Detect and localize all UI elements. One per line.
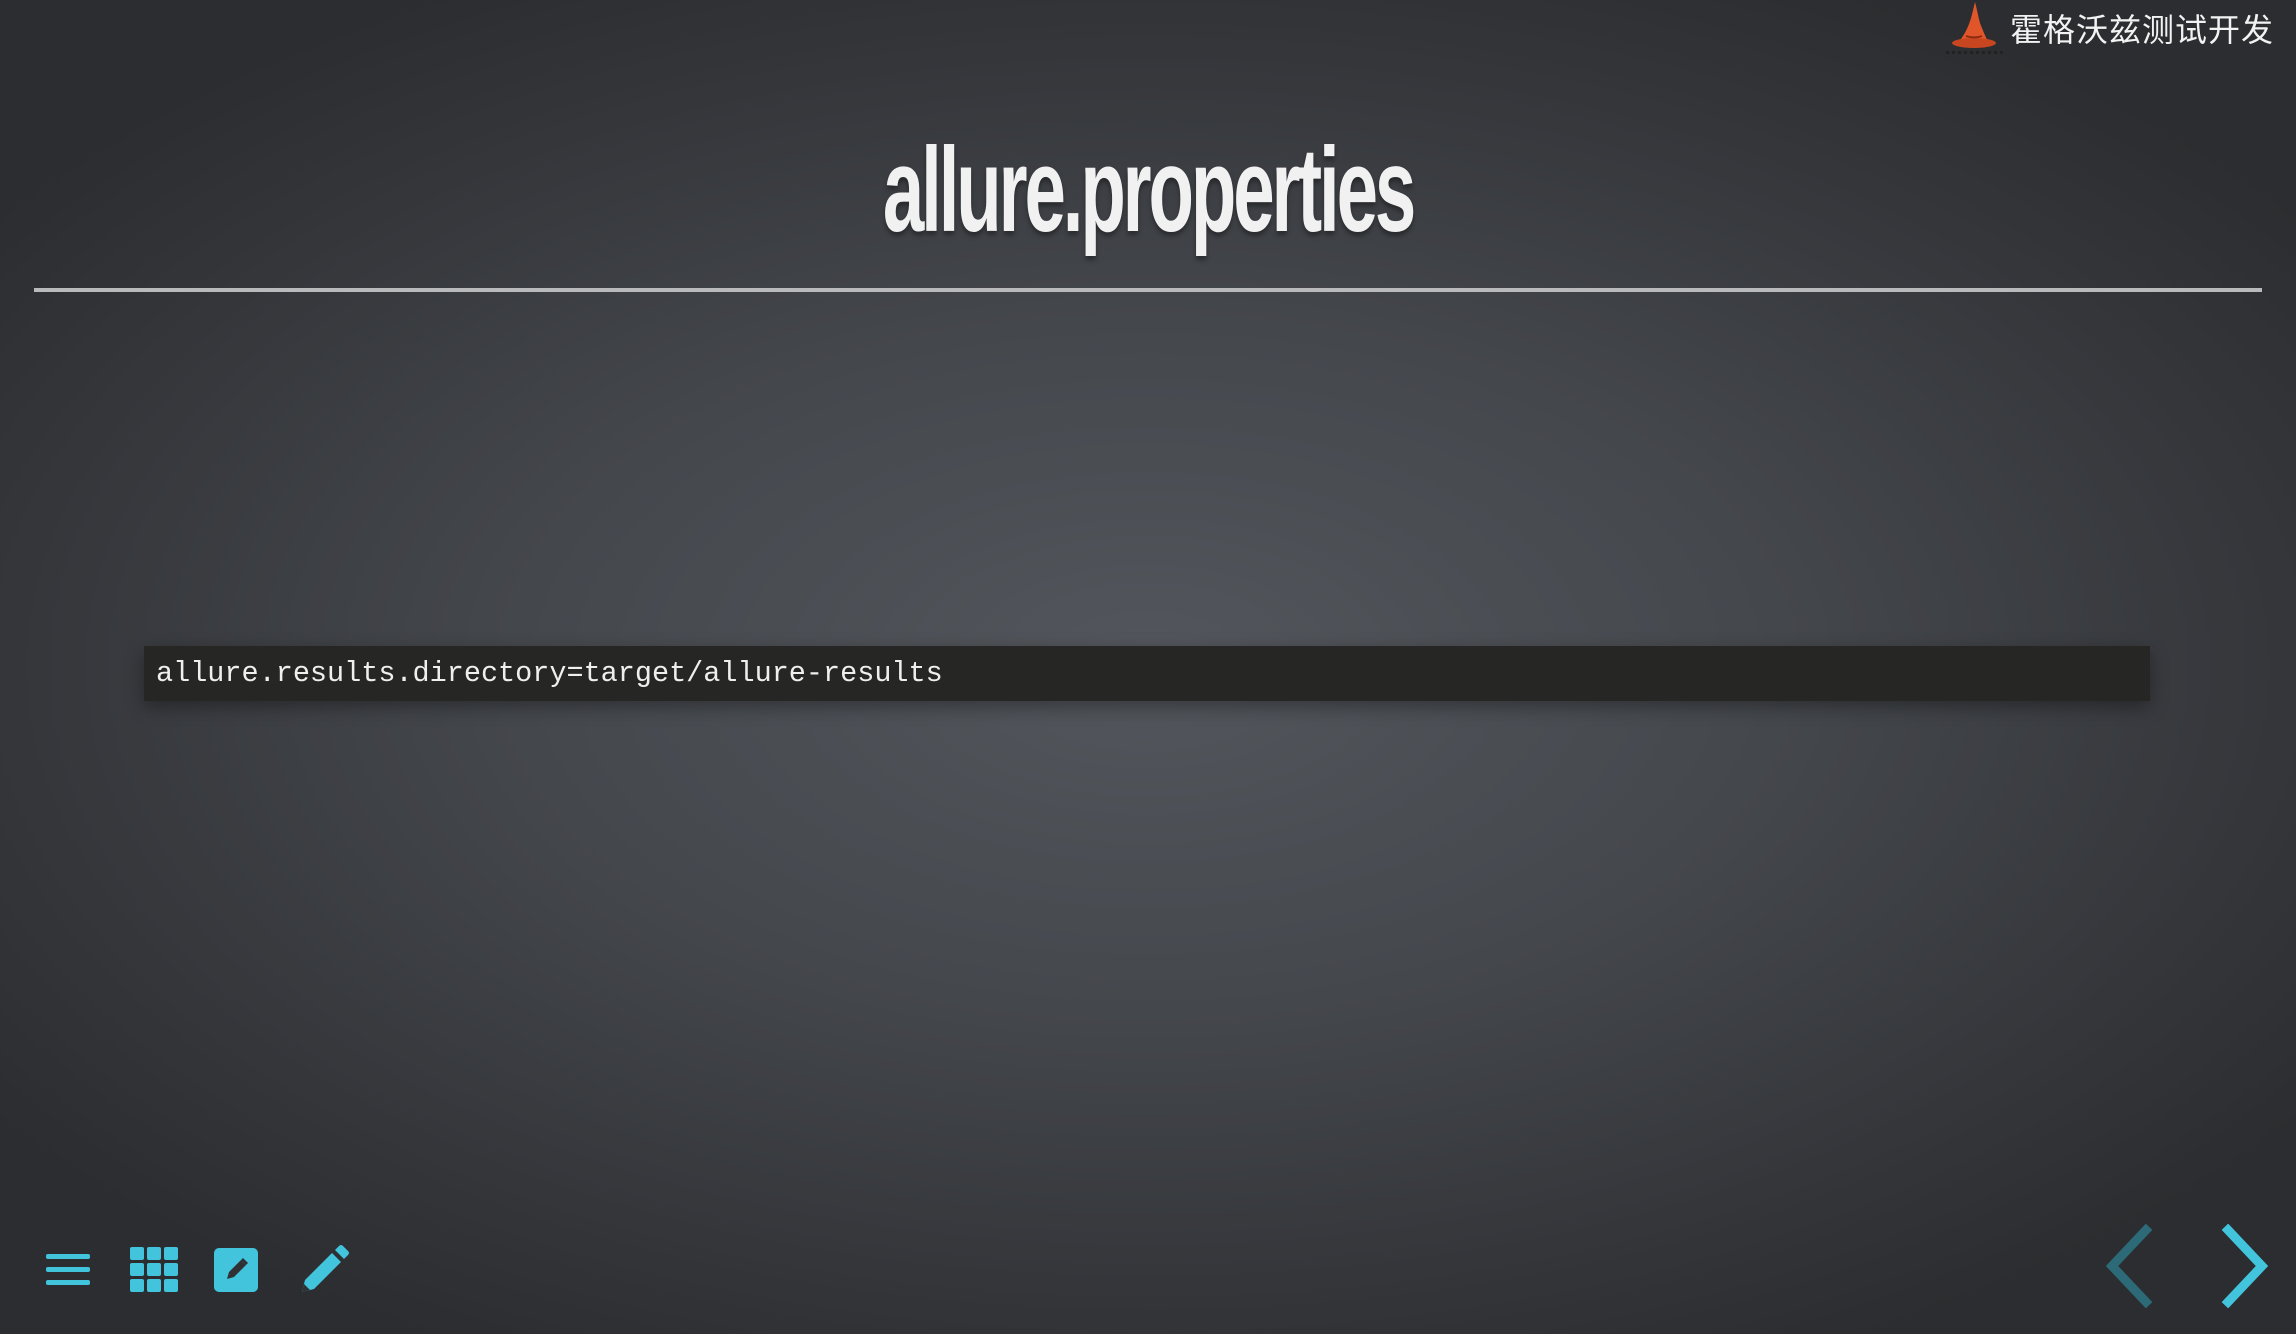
title-divider — [34, 288, 2262, 292]
next-slide-button[interactable] — [2214, 1223, 2274, 1309]
brand: 霍格沃兹测试开发 — [1942, 0, 2274, 56]
edit-square-icon — [214, 1248, 258, 1292]
previous-slide-button[interactable] — [2102, 1223, 2162, 1309]
code-block: allure.results.directory=target/allure-r… — [144, 646, 2150, 701]
slide-toolbar — [46, 1244, 382, 1296]
grid-icon — [130, 1247, 178, 1292]
pencil-icon — [302, 1245, 349, 1292]
brand-name: 霍格沃兹测试开发 — [2009, 12, 2274, 48]
chevron-right-icon — [2221, 1223, 2269, 1309]
overview-grid-button[interactable] — [130, 1244, 214, 1296]
menu-button[interactable] — [46, 1244, 130, 1296]
wizard-hat-icon — [1945, 2, 2003, 54]
slide-title: allure.properties — [882, 123, 1416, 257]
draw-button[interactable] — [298, 1244, 382, 1296]
chevron-left-icon — [2105, 1223, 2153, 1309]
edit-slide-button[interactable] — [214, 1244, 298, 1296]
menu-icon — [46, 1254, 90, 1285]
code-line: allure.results.directory=target/allure-r… — [156, 657, 943, 690]
